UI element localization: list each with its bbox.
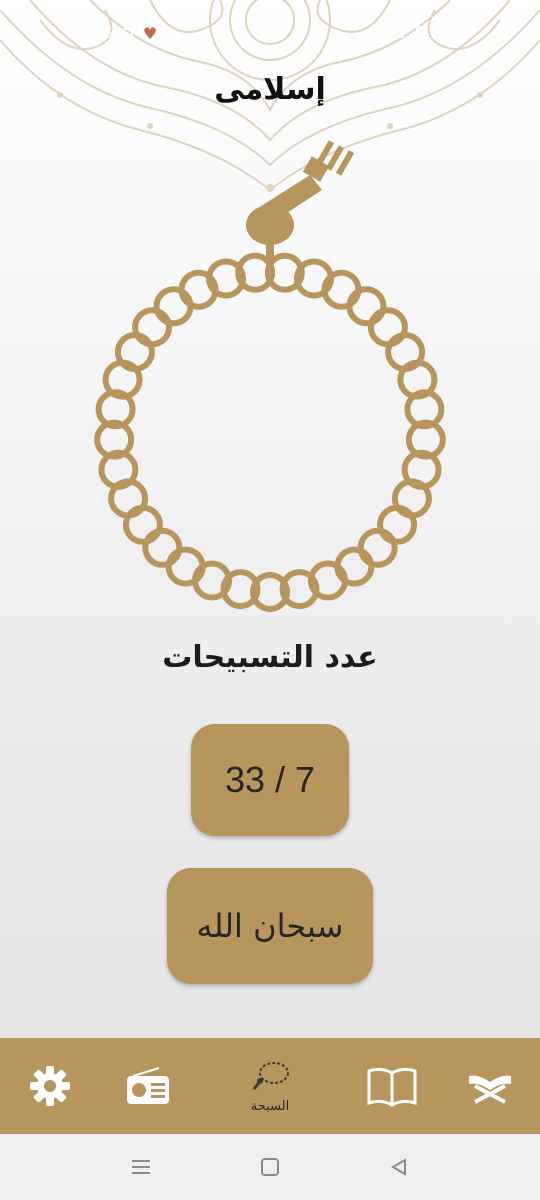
counter-text: 33 / 7 — [224, 759, 316, 800]
rosary-beads-image[interactable] — [0, 130, 540, 620]
rosary-bead — [114, 332, 155, 372]
vibrate-icon — [394, 26, 404, 38]
status-right — [394, 26, 470, 38]
bottom-navigation: السبحة — [0, 1038, 540, 1134]
rosary-icon — [252, 1061, 289, 1090]
status-bar: 06 ♥ — [0, 0, 540, 43]
rosary-bead — [165, 546, 206, 587]
rosary-tassel — [246, 140, 355, 260]
nav-settings[interactable] — [0, 1038, 100, 1134]
menu-lines-icon — [132, 1160, 150, 1174]
square-home-icon — [261, 1158, 279, 1176]
gear-icon — [30, 1066, 70, 1106]
status-time: 06 — [95, 25, 113, 42]
zikr-label: سبحان الله — [196, 907, 344, 945]
zikr-button[interactable]: سبحان الله — [167, 868, 373, 984]
nav-book[interactable] — [342, 1038, 442, 1134]
rosary-bead — [346, 286, 387, 327]
home-button[interactable] — [255, 1152, 285, 1182]
rosary-bead — [132, 307, 173, 348]
status-left: 06 ♥ — [95, 24, 157, 43]
nav-radio[interactable] — [98, 1038, 198, 1134]
notification-icon — [122, 27, 133, 40]
nav-quran[interactable] — [440, 1038, 540, 1134]
rosary-bead — [367, 307, 408, 348]
health-heart-icon: ♥ — [142, 24, 158, 43]
rosary-beads — [94, 252, 446, 612]
quran-stand-icon — [469, 1075, 511, 1104]
count-title: عدد التسبيحات — [162, 640, 378, 675]
rosary-bead — [357, 527, 398, 568]
recents-button[interactable] — [126, 1152, 156, 1182]
back-button[interactable] — [384, 1152, 414, 1182]
open-book-icon — [367, 1067, 417, 1107]
rosary-bead — [377, 504, 418, 545]
nav-rosary[interactable]: السبحة — [220, 1038, 320, 1134]
signal-icon — [438, 26, 448, 38]
battery-icon — [460, 26, 470, 38]
rosary-bead — [153, 286, 194, 327]
back-triangle-icon — [391, 1158, 406, 1176]
radio-icon — [127, 1067, 169, 1104]
wifi-icon — [416, 26, 426, 38]
nav-rosary-label: السبحة — [250, 1098, 290, 1114]
rosary-bead — [142, 527, 183, 568]
system-navigation-bar — [0, 1134, 540, 1200]
app-title: إسلامى — [214, 72, 326, 107]
counter-display[interactable]: 33 / 7 — [191, 724, 349, 836]
